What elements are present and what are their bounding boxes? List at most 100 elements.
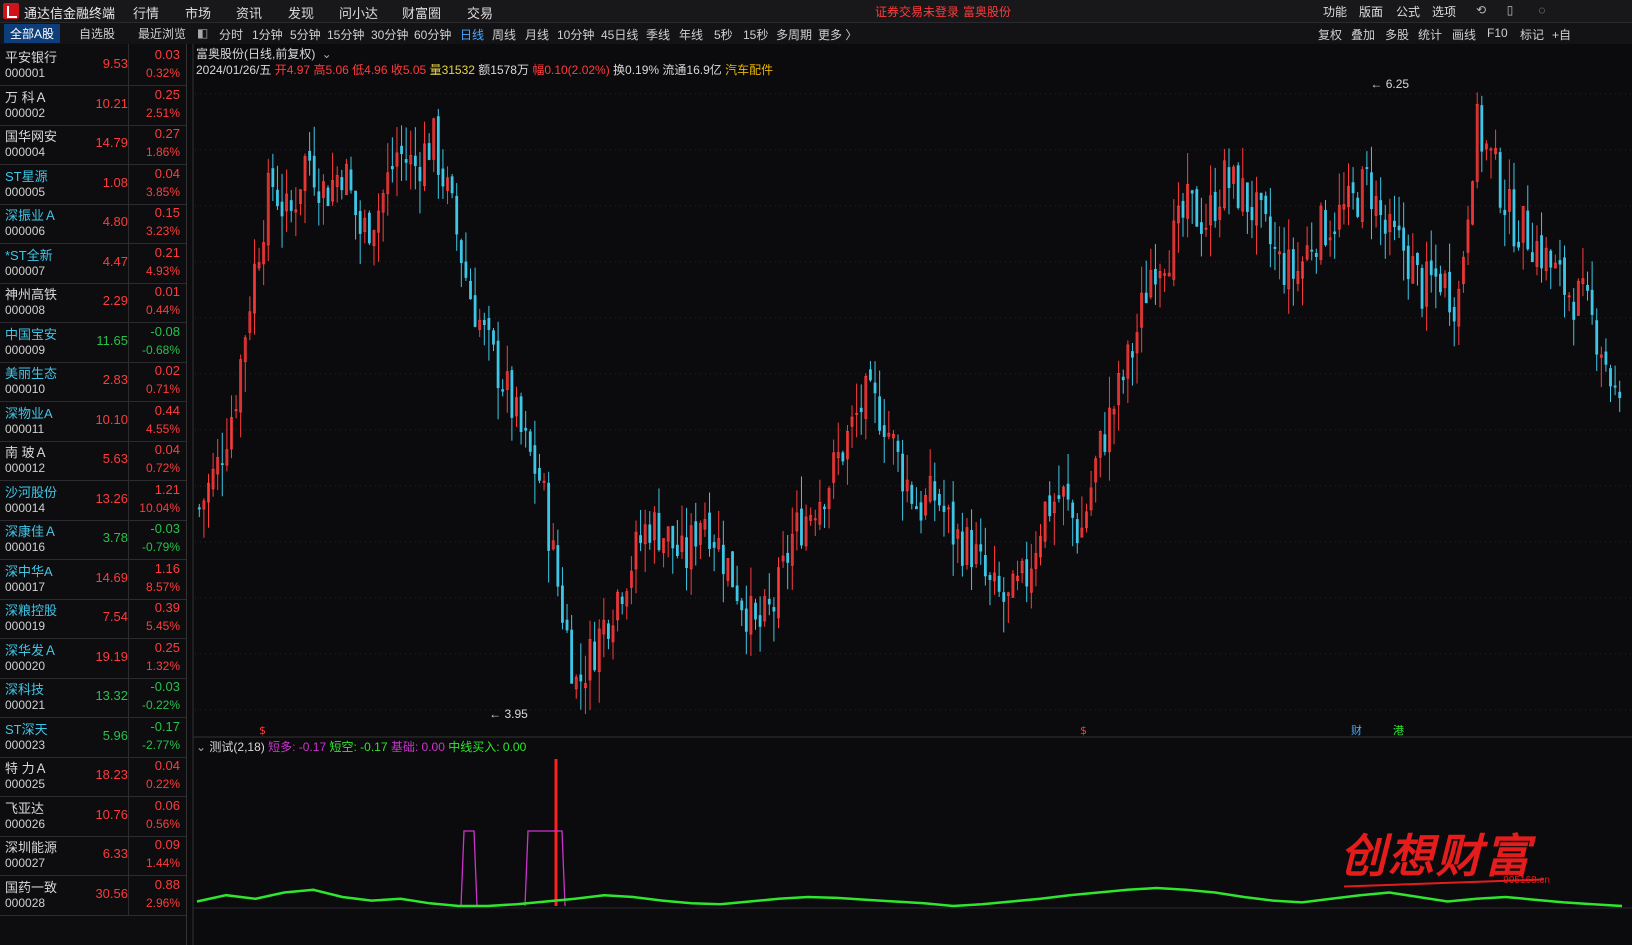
period-30min[interactable]: 30分钟 — [371, 26, 408, 43]
chart-options-icon[interactable]: ⌄ — [322, 47, 332, 61]
period-15sec[interactable]: 15秒 — [743, 26, 768, 43]
menu-wenxiaoda[interactable]: 问小达 — [339, 3, 378, 22]
stock-change: 0.25 — [154, 86, 180, 102]
menu-hangqing[interactable]: 行情 — [133, 3, 159, 22]
menu-shichang[interactable]: 市场 — [185, 3, 211, 22]
stock-row[interactable]: 深振业Ａ 000006 4.80 0.15 3.23% — [0, 202, 186, 244]
menu-faxian[interactable]: 发现 — [288, 3, 314, 22]
candle-body — [1245, 182, 1249, 213]
stock-price: 19.19 — [95, 648, 128, 664]
stock-row[interactable]: ST星源 000005 1.08 0.04 3.85% — [0, 162, 186, 205]
stock-row[interactable]: 深康佳Ａ 000016 3.78 -0.03 -0.79% — [0, 518, 186, 560]
menu-jiaoyi[interactable]: 交易 — [467, 3, 493, 22]
period-60min[interactable]: 60分钟 — [414, 26, 451, 43]
tool-huaxian[interactable]: 画线 — [1452, 26, 1476, 43]
candle-body — [220, 463, 224, 466]
row-divider — [128, 873, 129, 915]
stock-row[interactable]: 深科技 000021 13.32 -0.03 -0.22% — [0, 676, 186, 718]
stock-row[interactable]: 深圳能源 000027 6.33 0.09 1.44% — [0, 834, 186, 876]
period-daily[interactable]: 日线 — [460, 26, 484, 43]
tool-diejia[interactable]: 叠加 — [1351, 26, 1375, 43]
row-divider — [128, 794, 129, 836]
tab-recent[interactable]: 最近浏览 — [138, 25, 186, 42]
stock-change: -0.08 — [150, 323, 180, 339]
period-5min[interactable]: 5分钟 — [290, 26, 321, 43]
stock-pct: 2.96% — [145, 895, 180, 910]
stock-row[interactable]: 国华网安 000004 14.79 0.27 1.86% — [0, 123, 186, 165]
candle-body — [524, 427, 528, 431]
stock-row[interactable]: 平安银行 000001 9.53 0.03 0.32% — [0, 44, 186, 86]
stock-row[interactable]: 中国宝安 000009 11.65 -0.08 -0.68% — [0, 320, 186, 363]
stock-row[interactable]: 特 力Ａ 000025 18.23 0.04 0.22% — [0, 755, 186, 797]
stock-row[interactable]: 深华发Ａ 000020 19.19 0.25 1.32% — [0, 636, 186, 679]
period-yearly[interactable]: 年线 — [679, 26, 703, 43]
stock-change: -0.17 — [150, 718, 180, 734]
candle-body — [1498, 152, 1502, 208]
tool-tongji[interactable]: 统计 — [1418, 26, 1442, 43]
period-5sec[interactable]: 5秒 — [714, 26, 733, 43]
stock-row[interactable]: 深中华A 000017 14.69 1.16 8.57% — [0, 557, 186, 600]
stock-row[interactable]: 神州高铁 000008 2.29 0.01 0.44% — [0, 281, 186, 323]
chat-icon[interactable]: ◌ — [1535, 3, 1549, 17]
candle-body — [1393, 220, 1396, 228]
period-monthly[interactable]: 月线 — [525, 26, 549, 43]
candle-body — [671, 525, 675, 549]
tool-duogu[interactable]: 多股 — [1385, 26, 1409, 43]
menu-gongshi[interactable]: 公式 — [1396, 3, 1420, 20]
stock-row[interactable]: 国药一致 000028 30.56 0.88 2.96% — [0, 873, 186, 916]
tab-watchlist[interactable]: 自选股 — [79, 25, 115, 42]
login-warning[interactable]: 证券交易未登录 — [875, 3, 959, 20]
stock-row[interactable]: *ST全新 000007 4.47 0.21 4.93% — [0, 241, 186, 284]
period-weekly[interactable]: 周线 — [492, 26, 516, 43]
refresh-icon[interactable]: ⟲ — [1474, 3, 1488, 17]
stock-row[interactable]: ST深天 000023 5.96 -0.17 -2.77% — [0, 715, 186, 758]
menu-caifuquan[interactable]: 财富圈 — [402, 3, 441, 22]
candle-body — [712, 542, 716, 548]
event-marker: $ — [259, 724, 266, 737]
indicator-name[interactable]: 测试(2,18) — [209, 740, 264, 754]
period-quarterly[interactable]: 季线 — [646, 26, 670, 43]
menu-gongneng[interactable]: 功能 — [1323, 3, 1347, 20]
stock-price: 7.54 — [102, 609, 128, 624]
period-15min[interactable]: 15分钟 — [327, 26, 364, 43]
tool-biaoji[interactable]: 标记 — [1520, 26, 1544, 43]
menu-zixun[interactable]: 资讯 — [236, 3, 262, 22]
sidebar-toggle-icon[interactable]: ◧ — [197, 26, 208, 40]
period-more[interactable]: 更多 〉 — [818, 26, 857, 43]
candle-body — [1195, 189, 1199, 227]
menu-xuanxiang[interactable]: 选项 — [1432, 3, 1456, 20]
stock-pct: 0.44% — [145, 303, 180, 317]
stock-row[interactable]: 美丽生态 000010 2.83 0.02 0.71% — [0, 360, 186, 402]
candle-body — [873, 382, 877, 394]
row-divider — [128, 44, 129, 85]
stock-code: 000020 — [5, 658, 46, 673]
period-10min[interactable]: 10分钟 — [557, 26, 594, 43]
tool-f10[interactable]: F10 — [1487, 26, 1508, 40]
kline-chart[interactable]: ← 6.25 ← 3.95 $ $ 财 港 — [187, 44, 1632, 945]
candle-body — [501, 389, 505, 392]
period-multi[interactable]: 多周期 — [776, 26, 812, 43]
candle-body — [510, 370, 514, 418]
tab-all-a-shares[interactable]: 全部A股 — [4, 24, 61, 43]
indicator-collapse-icon[interactable]: ⌄ — [196, 740, 206, 754]
stock-row[interactable]: 深粮控股 000019 7.54 0.39 5.45% — [0, 597, 186, 639]
period-45day[interactable]: 45日线 — [601, 26, 638, 43]
info-float: 流通16.9亿 — [662, 63, 722, 77]
stock-code: 000005 — [5, 184, 46, 199]
menu-banmian[interactable]: 版面 — [1359, 3, 1383, 20]
tool-add[interactable]: +自 — [1552, 26, 1571, 43]
stock-name: 深粮控股 — [5, 603, 58, 618]
phone-icon[interactable]: ▯ — [1503, 3, 1517, 17]
period-1min[interactable]: 1分钟 — [252, 26, 283, 43]
stock-row[interactable]: 万 科Ａ 000002 10.21 0.25 2.51% — [0, 83, 186, 126]
stock-row[interactable]: 沙河股份 000014 13.26 1.21 10.04% — [0, 478, 186, 521]
candle-body — [859, 407, 863, 413]
stock-row[interactable]: 深物业A 000011 10.10 0.44 4.55% — [0, 399, 186, 442]
stock-price: 10.21 — [95, 95, 128, 111]
stock-price: 2.83 — [102, 372, 128, 387]
period-fenshi[interactable]: 分时 — [219, 26, 243, 43]
stock-row[interactable]: 飞亚达 000026 10.76 0.06 0.56% — [0, 794, 186, 837]
stock-row[interactable]: 南 玻Ａ 000012 5.63 0.04 0.72% — [0, 439, 186, 481]
info-sector[interactable]: 汽车配件 — [725, 63, 773, 77]
tool-fuquan[interactable]: 复权 — [1318, 26, 1342, 43]
